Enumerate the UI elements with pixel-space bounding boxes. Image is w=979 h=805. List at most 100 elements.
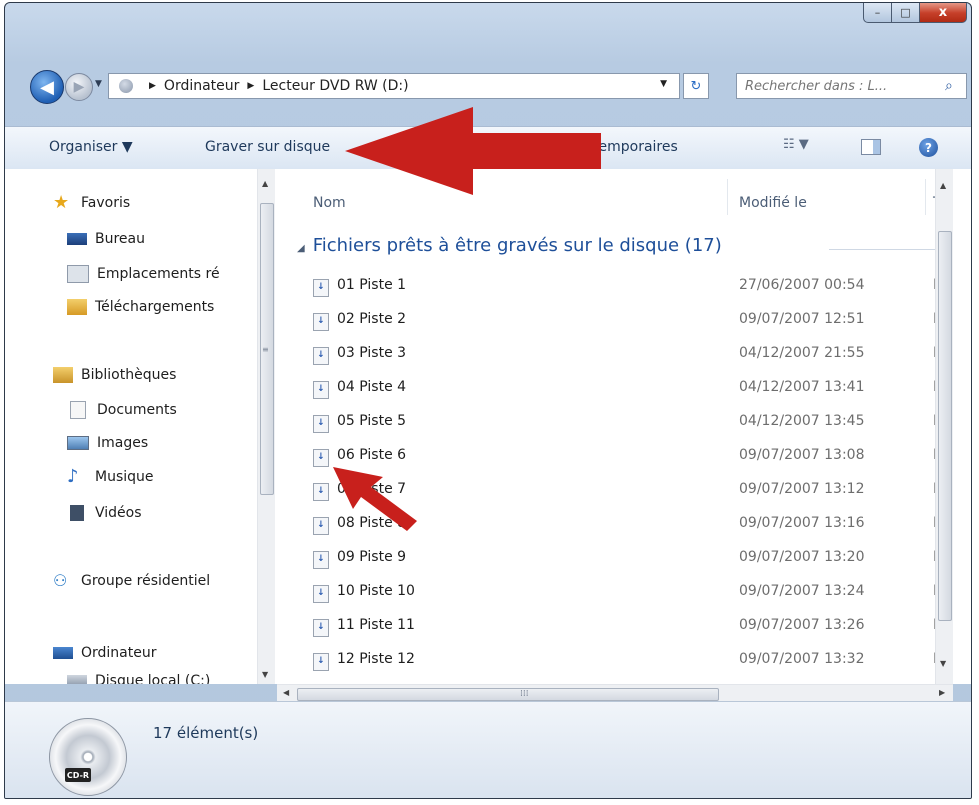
desktop-icon [67, 233, 87, 245]
file-name: 10 Piste 10 [337, 583, 415, 599]
breadcrumb-dvd-drive[interactable]: Lecteur DVD RW (D:) [262, 78, 408, 94]
file-modified: 09/07/2007 13:12 [739, 481, 865, 497]
sidebar-item-label: Emplacements ré [97, 266, 220, 282]
content-area: ★ Favoris Bureau Emplacements ré Télécha… [5, 107, 971, 684]
scrollbar-grip-icon: ⁞⁞⁞ [520, 689, 529, 699]
sidebar-item-groupe[interactable]: ⚇ Groupe résidentiel [53, 573, 211, 590]
column-header-name[interactable]: Nom [313, 195, 346, 211]
sidebar-item-label: Images [97, 435, 149, 451]
file-modified: 04/12/2007 13:41 [739, 379, 865, 395]
sidebar-item-label: Ordinateur [81, 645, 157, 661]
navigation-bar: ◀ ▶ ▼ ▶ Ordinateur ▶ Lecteur DVD RW (D:)… [5, 65, 971, 105]
sidebar-item-label: Groupe résidentiel [81, 573, 211, 589]
computer-icon [53, 647, 73, 659]
table-row[interactable]: 02 Piste 209/07/2007 12:51Fi [277, 303, 957, 337]
file-name: 06 Piste 6 [337, 447, 407, 463]
file-list-scrollbar[interactable]: ▲ ▼ [935, 169, 953, 684]
breadcrumb-ordinateur[interactable]: Ordinateur [164, 78, 240, 94]
downloads-folder-icon [67, 299, 87, 315]
pending-file-icon [313, 517, 329, 535]
table-row[interactable]: 10 Piste 1009/07/2007 13:24Fi [277, 575, 957, 609]
documents-icon [70, 401, 86, 419]
music-note-icon: ♪ [67, 466, 79, 487]
search-input[interactable] [743, 77, 943, 95]
table-row[interactable]: 09 Piste 909/07/2007 13:20Fi [277, 541, 957, 575]
sidebar-item-label: Vidéos [95, 505, 142, 521]
sidebar-item-emplacements[interactable]: Emplacements ré [67, 265, 220, 283]
close-button[interactable]: x [920, 3, 967, 23]
refresh-button[interactable]: ↻ [683, 73, 709, 99]
details-pane: CD-R 17 élément(s) [5, 701, 971, 798]
forward-button[interactable]: ▶ [65, 73, 93, 101]
magnifier-icon[interactable]: ⌕ [945, 78, 953, 94]
file-modified: 09/07/2007 13:32 [739, 651, 865, 667]
preview-pane-icon[interactable] [861, 139, 881, 155]
back-button[interactable]: ◀ [30, 70, 64, 104]
column-header-modified[interactable]: Modifié le [739, 195, 807, 211]
video-film-icon [70, 505, 84, 521]
scroll-up-arrow-icon[interactable]: ▲ [940, 181, 946, 190]
table-row[interactable]: 04 Piste 404/12/2007 13:41Fi [277, 371, 957, 405]
file-modified: 09/07/2007 13:16 [739, 515, 865, 531]
table-row[interactable]: 12 Piste 1209/07/2007 13:32Fi [277, 643, 957, 677]
scrollbar-grip-icon: ≡ [262, 345, 269, 354]
item-count: 17 élément(s) [153, 724, 259, 742]
maximize-button[interactable]: □ [892, 3, 920, 23]
burn-to-disc-button[interactable]: Graver sur disque [205, 139, 330, 155]
scroll-right-arrow-icon[interactable]: ▶ [939, 688, 945, 697]
scrollbar-thumb[interactable] [938, 231, 952, 621]
group-header[interactable]: ◢ Fichiers prêts à être gravés sur le dis… [297, 235, 722, 256]
table-row[interactable]: 01 Piste 127/06/2007 00:54Fi [277, 269, 957, 303]
sidebar-item-disque-local[interactable]: Disque local (C:) [67, 673, 210, 684]
minimize-button[interactable]: – [863, 3, 892, 23]
navigation-pane-scrollbar[interactable]: ▲ ≡ ▼ [257, 169, 275, 684]
pending-file-icon [313, 381, 329, 399]
table-row[interactable]: 11 Piste 1109/07/2007 13:26Fi [277, 609, 957, 643]
address-dropdown-icon[interactable]: ▼ [660, 79, 667, 89]
column-divider[interactable] [925, 179, 926, 215]
sidebar-item-images[interactable]: Images [67, 435, 148, 451]
collapse-triangle-icon[interactable]: ◢ [297, 243, 305, 254]
table-row[interactable]: 03 Piste 304/12/2007 21:55Fi [277, 337, 957, 371]
scroll-down-arrow-icon[interactable]: ▼ [940, 659, 946, 668]
horizontal-scrollbar[interactable]: ◀ ⁞⁞⁞ ▶ [277, 684, 953, 702]
sidebar-item-favoris[interactable]: ★ Favoris [53, 192, 131, 213]
help-icon[interactable]: ? [919, 138, 938, 157]
pending-file-icon [313, 653, 329, 671]
sidebar-item-documents[interactable]: Documents [67, 401, 177, 419]
pending-file-icon [313, 551, 329, 569]
arrow-shape-file [333, 467, 417, 531]
sidebar-item-label: Musique [95, 469, 154, 485]
sidebar-item-label: Disque local (C:) [95, 673, 211, 684]
group-divider [829, 249, 949, 250]
search-box[interactable]: ⌕ [736, 73, 967, 99]
sidebar-item-ordinateur[interactable]: Ordinateur [53, 645, 157, 661]
table-row[interactable]: 05 Piste 504/12/2007 13:45Fi [277, 405, 957, 439]
sidebar-item-telechargements[interactable]: Téléchargements [67, 299, 214, 315]
sidebar-item-videos[interactable]: Vidéos [67, 505, 142, 521]
scroll-up-arrow-icon[interactable]: ▲ [262, 179, 268, 188]
computer-icon [119, 79, 133, 93]
address-bar[interactable]: ▶ Ordinateur ▶ Lecteur DVD RW (D:) ▼ [108, 73, 680, 99]
file-modified: 09/07/2007 13:24 [739, 583, 865, 599]
sidebar-item-label: Documents [97, 402, 177, 418]
view-options-button[interactable]: ☷ ▼ [783, 137, 809, 152]
organize-menu[interactable]: Organiser ▼ [49, 139, 133, 155]
recent-pages-dropdown[interactable]: ▼ [95, 79, 102, 89]
file-name: 01 Piste 1 [337, 277, 407, 293]
sidebar-item-musique[interactable]: ♪ Musique [67, 466, 154, 487]
red-arrow-annotation [345, 107, 601, 195]
scrollbar-thumb[interactable]: ⁞⁞⁞ [297, 688, 719, 701]
navigation-pane: ★ Favoris Bureau Emplacements ré Télécha… [5, 169, 277, 684]
sidebar-item-bibliotheques[interactable]: Bibliothèques [53, 367, 176, 383]
scroll-down-arrow-icon[interactable]: ▼ [262, 670, 268, 679]
group-title: Fichiers prêts à être gravés sur le disq… [312, 235, 722, 256]
sidebar-item-label: Favoris [81, 195, 131, 211]
pending-file-icon [313, 483, 329, 501]
window-controls: – □ x [863, 3, 967, 23]
column-divider[interactable] [727, 179, 728, 215]
breadcrumb-separator: ▶ [149, 81, 156, 91]
star-icon: ★ [53, 192, 70, 213]
scroll-left-arrow-icon[interactable]: ◀ [283, 688, 289, 697]
sidebar-item-bureau[interactable]: Bureau [67, 231, 145, 247]
